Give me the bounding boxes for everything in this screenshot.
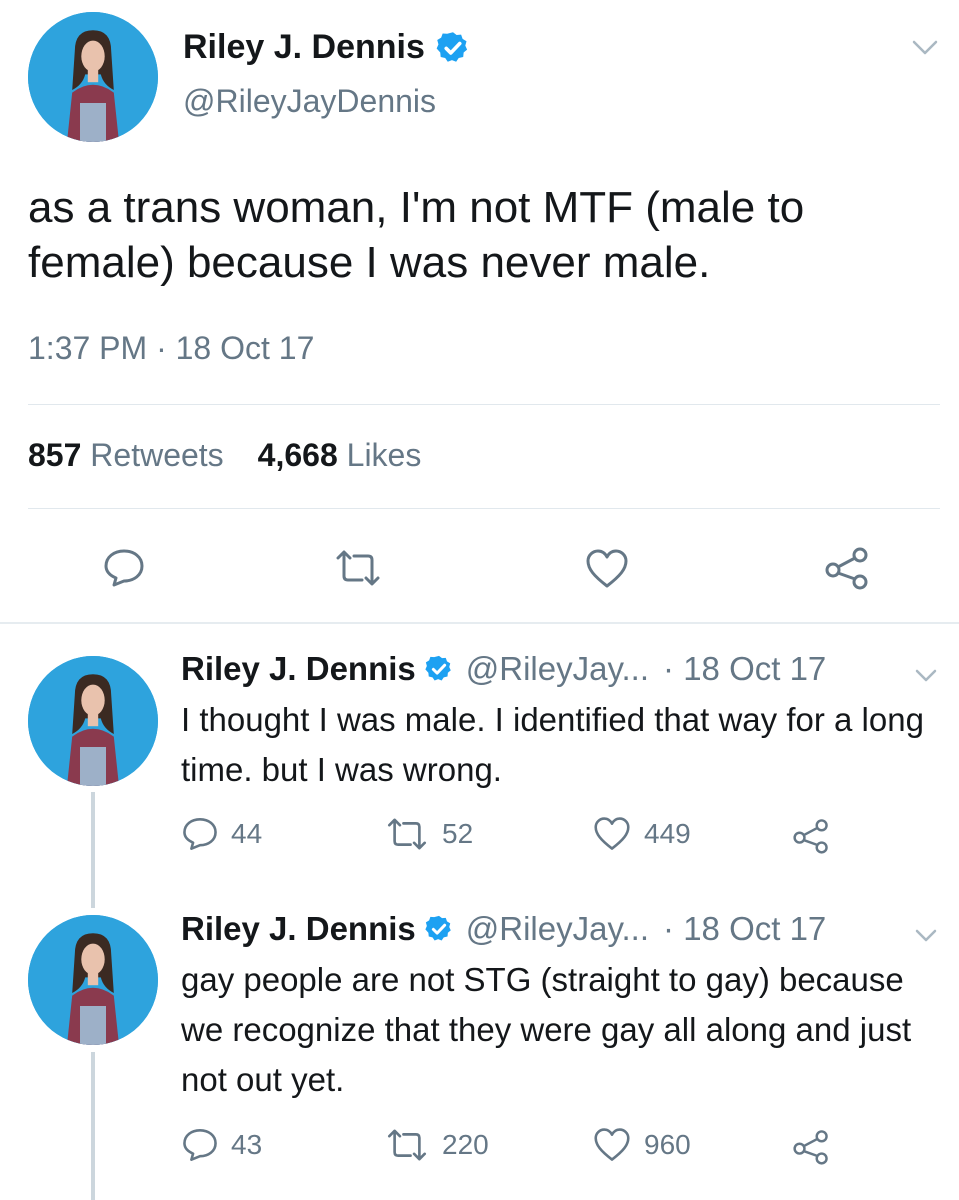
reply-header: Riley J. Dennis @RileyJay... · 18 Oct 17 [181, 650, 826, 688]
reply-count: 43 [231, 1129, 263, 1160]
reply-avatar[interactable] [28, 656, 158, 786]
retweet-icon [387, 1129, 427, 1161]
retweets-label: Retweets [90, 437, 224, 473]
reply-text: gay people are not STG (straight to gay)… [181, 961, 912, 1098]
likes-count: 4,668 [257, 437, 338, 473]
likes-stat[interactable]: 4,668 Likes [258, 437, 422, 473]
reply-reply-action[interactable]: 44 [181, 816, 262, 852]
main-author-name-row[interactable]: Riley J. Dennis [183, 28, 471, 67]
reply-reply-action[interactable]: 43 [181, 1127, 262, 1163]
retweet-count: 52 [442, 818, 474, 849]
thread-line [91, 1052, 95, 1200]
thread-line [91, 792, 95, 908]
retweets-count: 857 [28, 437, 82, 473]
verified-badge-icon [424, 654, 454, 684]
like-icon [594, 817, 630, 850]
verified-badge-icon [424, 914, 454, 944]
chevron-down-icon[interactable] [912, 664, 940, 686]
verified-badge-icon [435, 30, 471, 66]
chevron-down-icon[interactable] [912, 924, 940, 946]
retweet-count: 220 [442, 1129, 489, 1160]
reply-date[interactable]: · 18 Oct 17 [663, 650, 826, 688]
like-icon [594, 1128, 630, 1161]
reply-count: 44 [231, 818, 263, 849]
reply-header: Riley J. Dennis @RileyJay... · 18 Oct 17 [181, 910, 826, 948]
reply-like-action[interactable]: 960 [592, 1127, 691, 1163]
like-count: 449 [644, 818, 691, 849]
reply-like-action[interactable]: 449 [592, 816, 691, 852]
reply-retweet-action[interactable]: 220 [384, 1129, 489, 1161]
reply-author-name[interactable]: Riley J. Dennis [181, 910, 416, 948]
likes-label: Likes [346, 437, 422, 473]
retweet-icon[interactable] [332, 550, 384, 586]
divider-bottom [28, 508, 940, 509]
reply-avatar[interactable] [28, 915, 158, 1045]
reply-retweet-action[interactable]: 52 [384, 818, 473, 850]
section-separator [0, 622, 959, 624]
share-icon[interactable] [792, 818, 830, 854]
main-author-handle[interactable]: @RileyJayDennis [183, 83, 436, 120]
reply-author-name[interactable]: Riley J. Dennis [181, 650, 416, 688]
chevron-down-icon[interactable] [910, 34, 940, 60]
reply-date[interactable]: · 18 Oct 17 [663, 910, 826, 948]
avatar-photo [28, 12, 158, 142]
reply-text: I thought I was male. I identified that … [181, 701, 924, 788]
like-count: 960 [644, 1129, 691, 1160]
main-avatar[interactable] [28, 12, 158, 142]
reply-icon[interactable] [102, 548, 146, 588]
reply-author-handle[interactable]: @RileyJay... [466, 910, 649, 948]
divider-top [28, 404, 940, 405]
retweets-stat[interactable]: 857 Retweets [28, 437, 224, 473]
avatar-photo [28, 656, 158, 786]
retweet-icon [387, 818, 427, 850]
reply-icon [183, 1129, 217, 1161]
main-tweet-text: as a trans woman, I'm not MTF (male to f… [28, 183, 805, 287]
share-icon[interactable] [824, 546, 870, 590]
like-icon[interactable] [584, 548, 630, 590]
main-author-name[interactable]: Riley J. Dennis [183, 28, 425, 67]
avatar-photo [28, 915, 158, 1045]
reply-icon [183, 818, 217, 850]
engagement-stats: 857 Retweets 4,668 Likes [28, 437, 421, 474]
share-icon[interactable] [792, 1129, 830, 1165]
reply-author-handle[interactable]: @RileyJay... [466, 650, 649, 688]
main-tweet-timestamp[interactable]: 1:37 PM · 18 Oct 17 [28, 330, 314, 367]
